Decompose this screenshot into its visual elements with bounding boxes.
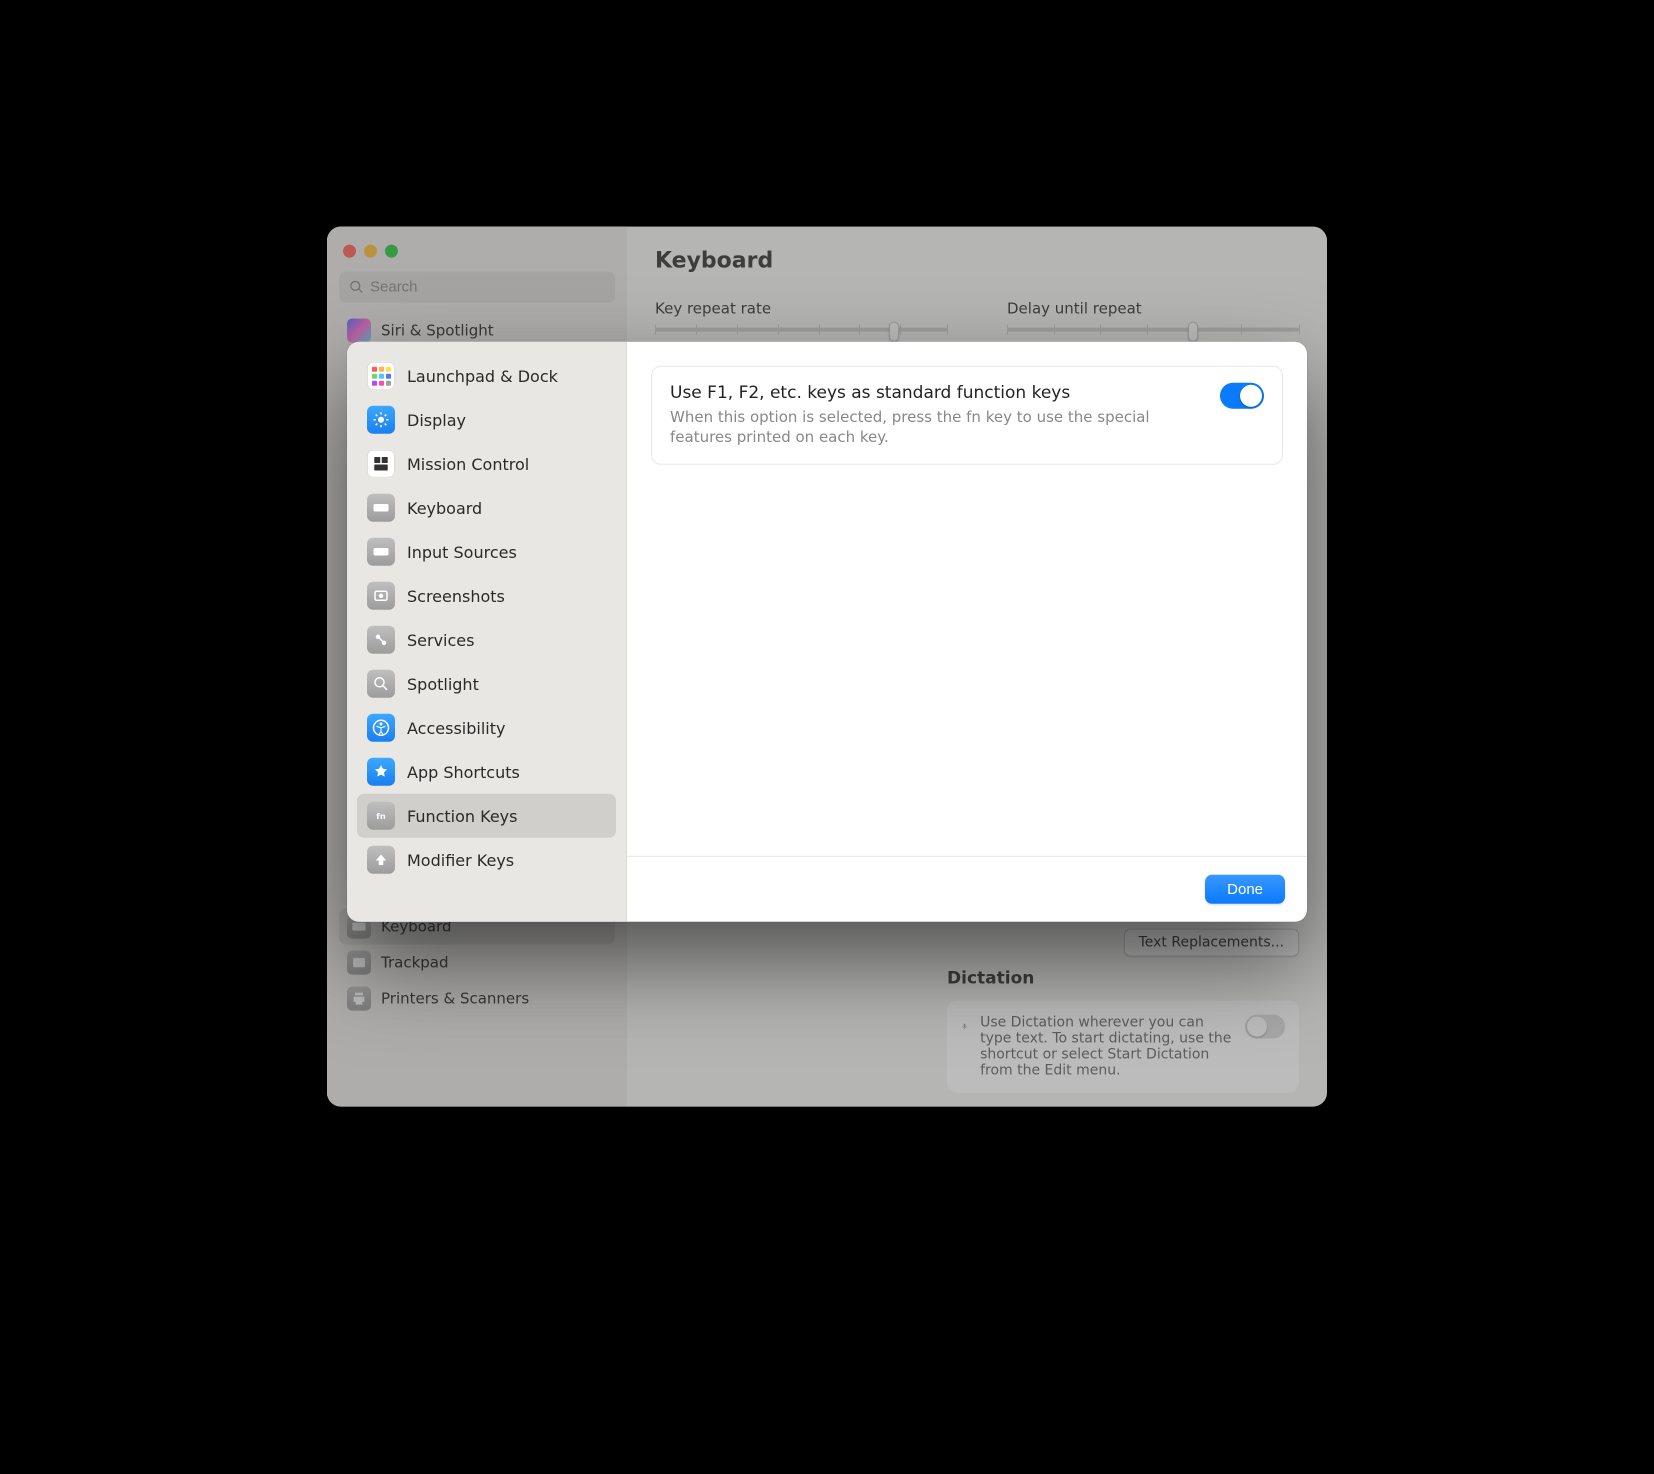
sidebar-item-screenshots[interactable]: Screenshots: [357, 574, 616, 618]
sidebar-item-app-shortcuts[interactable]: App Shortcuts: [357, 750, 616, 794]
sidebar-item-label: Input Sources: [407, 542, 517, 561]
launchpad-icon: [367, 362, 395, 390]
sidebar-item-input-sources[interactable]: Input Sources: [357, 530, 616, 574]
search-icon: [349, 280, 364, 295]
sidebar-item-accessibility[interactable]: Accessibility: [357, 706, 616, 750]
sidebar-item-label: Mission Control: [407, 454, 529, 473]
sidebar-item-label: Printers & Scanners: [381, 990, 529, 1008]
function-keys-toggle[interactable]: [1220, 383, 1264, 409]
sidebar-item-modifier-keys[interactable]: Modifier Keys: [357, 838, 616, 882]
mission-control-icon: [367, 450, 395, 478]
printer-icon: [347, 987, 371, 1011]
services-icon: [367, 626, 395, 654]
page-title: Keyboard: [655, 249, 1299, 274]
search-input[interactable]: [339, 272, 615, 303]
microphone-icon: [961, 1015, 968, 1039]
option-title: Use F1, F2, etc. keys as standard functi…: [670, 383, 1202, 403]
sidebar-item-launchpad[interactable]: Launchpad & Dock: [357, 354, 616, 398]
sidebar-item-function-keys[interactable]: fn Function Keys: [357, 794, 616, 838]
close-icon[interactable]: [343, 245, 356, 258]
sheet-main: Use F1, F2, etc. keys as standard functi…: [627, 342, 1307, 922]
dictation-desc: Use Dictation wherever you can type text…: [980, 1015, 1233, 1079]
stage: Siri & Spotlight Keyboard Trackpad Print…: [327, 227, 1327, 1107]
option-desc: When this option is selected, press the …: [670, 407, 1202, 448]
minimize-icon[interactable]: [364, 245, 377, 258]
sidebar-item-label: Trackpad: [381, 954, 449, 972]
key-repeat-slider[interactable]: Key repeat rate: [655, 300, 947, 332]
search-field[interactable]: [370, 279, 605, 296]
screenshots-icon: [367, 582, 395, 610]
delay-slider[interactable]: Delay until repeat: [1007, 300, 1299, 332]
input-sources-icon: [367, 538, 395, 566]
sidebar-item-printers[interactable]: Printers & Scanners: [339, 981, 615, 1017]
app-shortcuts-icon: [367, 758, 395, 786]
trackpad-icon: [347, 951, 371, 975]
function-keys-icon: fn: [367, 802, 395, 830]
sidebar-item-label: Services: [407, 630, 474, 649]
dictation-card: Use Dictation wherever you can type text…: [947, 1001, 1299, 1093]
slider-label: Delay until repeat: [1007, 300, 1299, 318]
window-controls: [339, 241, 615, 272]
sidebar-item-label: Display: [407, 410, 466, 429]
modifier-keys-icon: [367, 846, 395, 874]
sidebar-item-trackpad[interactable]: Trackpad: [339, 945, 615, 981]
sidebar-item-mission-control[interactable]: Mission Control: [357, 442, 616, 486]
done-button[interactable]: Done: [1205, 875, 1285, 904]
sidebar-item-label: App Shortcuts: [407, 762, 520, 781]
sidebar-item-label: Keyboard: [407, 498, 482, 517]
sidebar-item-label: Spotlight: [407, 674, 479, 693]
sidebar-item-label: Function Keys: [407, 806, 517, 825]
sidebar-item-label: Modifier Keys: [407, 850, 514, 869]
slider-label: Key repeat rate: [655, 300, 947, 318]
sidebar-item-label: Screenshots: [407, 586, 505, 605]
keyboard-icon: [367, 494, 395, 522]
keyboard-shortcuts-sheet: Launchpad & Dock Display Mission Control…: [347, 342, 1307, 922]
accessibility-icon: [367, 714, 395, 742]
sidebar-item-label: Siri & Spotlight: [381, 322, 494, 340]
sidebar-item-display[interactable]: Display: [357, 398, 616, 442]
display-icon: [367, 406, 395, 434]
dictation-title: Dictation: [947, 969, 1299, 989]
fullscreen-icon[interactable]: [385, 245, 398, 258]
sheet-sidebar: Launchpad & Dock Display Mission Control…: [347, 342, 627, 922]
function-keys-option: Use F1, F2, etc. keys as standard functi…: [651, 366, 1283, 465]
sheet-footer: Done: [627, 856, 1307, 922]
spotlight-icon: [367, 670, 395, 698]
sidebar-item-label: Launchpad & Dock: [407, 366, 558, 385]
siri-icon: [347, 319, 371, 343]
sidebar-item-keyboard[interactable]: Keyboard: [357, 486, 616, 530]
sidebar-item-label: Accessibility: [407, 718, 505, 737]
sidebar-item-services[interactable]: Services: [357, 618, 616, 662]
svg-text:fn: fn: [376, 811, 386, 821]
dictation-toggle[interactable]: [1245, 1015, 1285, 1039]
sidebar-item-spotlight[interactable]: Spotlight: [357, 662, 616, 706]
